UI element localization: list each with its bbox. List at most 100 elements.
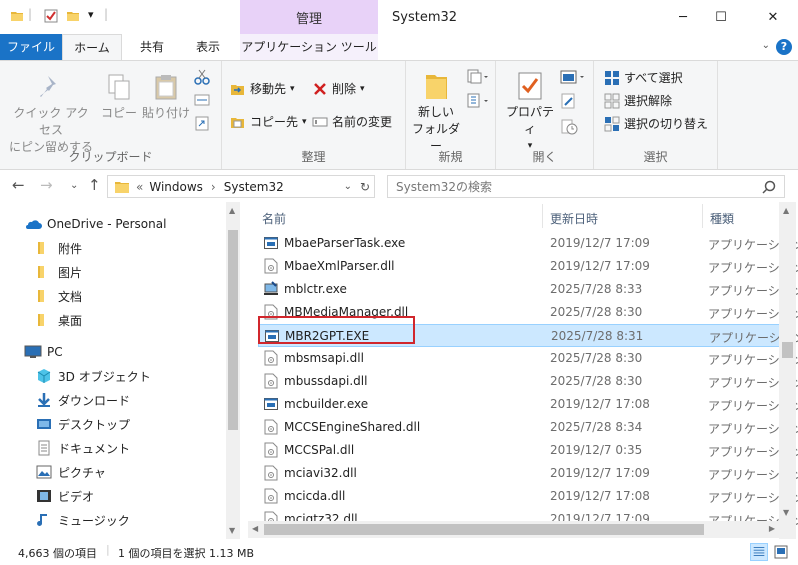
file-name: mcbuilder.exe xyxy=(284,397,369,411)
back-arrow-icon[interactable]: ← xyxy=(12,176,25,194)
scroll-up-icon[interactable]: ▲ xyxy=(229,206,235,215)
navigation-pane: OneDrive - Personal 附件 图片 文档 桌面 PC 3D オブ… xyxy=(0,202,240,539)
breadcrumb-separator[interactable]: › xyxy=(211,180,216,194)
file-row[interactable]: MCCSEngineShared.dll 2025/7/28 8:34 アプリケーシ… xyxy=(258,416,798,439)
nav-3d-objects[interactable]: 3D オブジェクト xyxy=(36,364,240,388)
nav-videos[interactable]: ビデオ xyxy=(36,484,240,508)
file-row[interactable]: mcicda.dll 2019/12/7 17:08 アプリケーション xyxy=(258,485,798,508)
quick-access-dropdown-icon[interactable]: ▾ xyxy=(88,8,94,21)
ribbon-expand-icon[interactable]: ⌄ xyxy=(762,40,770,51)
file-row[interactable]: MbaeXmlParser.dll 2019/12/7 17:09 アプリケーション xyxy=(258,255,798,278)
invert-selection-button[interactable]: 選択の切り替え xyxy=(604,115,708,132)
properties-checkmark-icon[interactable] xyxy=(44,9,58,23)
nav-desktop[interactable]: デスクトップ xyxy=(36,412,240,436)
select-all-button[interactable]: すべて選択 xyxy=(604,69,683,86)
exe-file-icon xyxy=(264,398,278,410)
file-row[interactable]: mbussdapi.dll 2025/7/28 8:30 アプリケーション xyxy=(258,370,798,393)
breadcrumb-system32[interactable]: System32 xyxy=(224,180,284,194)
nav-folder[interactable]: 图片 xyxy=(36,260,240,284)
delete-button[interactable]: 削除 ▾ xyxy=(312,80,365,97)
copy-button[interactable]: コピー xyxy=(100,73,138,122)
history-icon[interactable] xyxy=(560,119,578,135)
column-header-type[interactable]: 種類 xyxy=(710,210,734,227)
tab-share[interactable]: 共有 xyxy=(130,34,174,60)
search-box xyxy=(387,175,785,198)
easy-access-icon[interactable] xyxy=(466,93,488,109)
file-list-vertical-scrollbar[interactable]: ▲ ▼ xyxy=(779,202,796,539)
nav-folder[interactable]: 附件 xyxy=(36,236,240,260)
nav-onedrive[interactable]: OneDrive - Personal xyxy=(24,212,240,236)
folder-icon[interactable] xyxy=(10,9,24,23)
file-row[interactable]: mbsmsapi.dll 2025/7/28 8:30 アプリケーション xyxy=(258,347,798,370)
copy-to-button[interactable]: コピー先 ▾ xyxy=(230,113,307,130)
large-icons-view-icon[interactable] xyxy=(772,543,790,561)
new-item-icon[interactable] xyxy=(466,69,488,85)
recent-locations-icon[interactable]: ⌄ xyxy=(70,180,78,191)
nav-folder[interactable]: 桌面 xyxy=(36,308,240,332)
file-row[interactable]: MbaeParserTask.exe 2019/12/7 17:09 アプリケーショ… xyxy=(258,232,798,255)
search-input[interactable] xyxy=(396,179,736,195)
refresh-icon[interactable]: ↻ xyxy=(360,180,370,194)
document-icon xyxy=(38,440,50,456)
file-row[interactable]: mblctr.exe 2025/7/28 8:33 アプリケーション xyxy=(258,278,798,301)
nav-scroll-thumb[interactable] xyxy=(228,230,238,430)
cut-icon[interactable] xyxy=(194,69,210,85)
column-header-name[interactable]: 名前 xyxy=(262,210,286,227)
paste-button[interactable]: 貼り付け xyxy=(142,73,190,122)
file-scroll-thumb[interactable] xyxy=(782,342,793,358)
details-view-icon[interactable] xyxy=(750,543,768,561)
file-date: 2025/7/28 8:30 xyxy=(550,305,643,319)
properties-icon xyxy=(518,72,542,100)
properties-button[interactable]: プロパティ ▾ xyxy=(504,71,556,155)
rename-icon xyxy=(312,117,328,126)
open-icon[interactable] xyxy=(560,69,586,85)
breadcrumb-windows[interactable]: Windows xyxy=(149,180,203,194)
scroll-up-icon[interactable]: ▲ xyxy=(783,206,789,215)
nav-scrollbar[interactable]: ▲ ▼ xyxy=(226,202,240,539)
scroll-down-icon[interactable]: ▼ xyxy=(229,526,235,535)
new-folder-button[interactable]: 新しい フォルダー xyxy=(410,71,462,155)
breadcrumb-overflow[interactable]: « xyxy=(136,180,143,194)
nav-documents[interactable]: ドキュメント xyxy=(36,436,240,460)
folder-icon xyxy=(38,242,44,254)
file-row[interactable]: mciavi32.dll 2019/12/7 17:09 アプリケーション xyxy=(258,462,798,485)
file-list-horizontal-scrollbar[interactable]: ◀ ▶ xyxy=(248,521,779,538)
scroll-right-icon[interactable]: ▶ xyxy=(769,524,775,533)
address-bar[interactable]: « Windows › System32 ⌄ ↻ xyxy=(107,175,375,198)
tab-view[interactable]: 表示 xyxy=(186,34,230,60)
move-to-button[interactable]: 移動先 ▾ xyxy=(230,80,295,97)
file-row[interactable]: MCCSPal.dll 2019/12/7 0:35 アプリケーション xyxy=(258,439,798,462)
copy-path-icon[interactable] xyxy=(194,93,210,107)
file-row[interactable]: mcbuilder.exe 2019/12/7 17:08 アプリケーション xyxy=(258,393,798,416)
paste-shortcut-icon[interactable] xyxy=(194,115,210,131)
edit-icon[interactable] xyxy=(560,93,576,109)
close-button[interactable]: ✕ xyxy=(750,0,796,34)
address-dropdown-icon[interactable]: ⌄ xyxy=(344,181,352,192)
maximize-button[interactable]: ☐ xyxy=(698,0,744,34)
pin-quick-access-button[interactable]: クイック アクセス にピン留めする xyxy=(8,73,94,156)
file-date: 2025/7/28 8:34 xyxy=(550,420,643,434)
nav-pictures[interactable]: ピクチャ xyxy=(36,460,240,484)
up-arrow-icon[interactable]: ↑ xyxy=(88,176,101,194)
help-icon[interactable]: ? xyxy=(776,39,792,55)
file-row[interactable]: MBR2GPT.EXE 2025/7/28 8:31 アプリケーション xyxy=(258,324,798,347)
scroll-left-icon[interactable]: ◀ xyxy=(252,524,258,533)
column-header-date[interactable]: 更新日時 xyxy=(550,210,598,227)
forward-arrow-icon[interactable]: → xyxy=(40,176,53,194)
tab-home[interactable]: ホーム xyxy=(62,34,122,60)
tab-application-tools[interactable]: アプリケーション ツール xyxy=(240,34,378,60)
select-none-button[interactable]: 選択解除 xyxy=(604,92,672,109)
file-row[interactable]: MBMediaManager.dll 2025/7/28 8:30 アプリケーション xyxy=(258,301,798,324)
music-note-icon xyxy=(37,514,47,526)
nav-music[interactable]: ミュージック xyxy=(36,508,240,532)
nav-folder[interactable]: 文档 xyxy=(36,284,240,308)
nav-downloads[interactable]: ダウンロード xyxy=(36,388,240,412)
folder-icon xyxy=(115,181,129,193)
new-folder-icon[interactable] xyxy=(66,9,80,23)
file-hscroll-thumb[interactable] xyxy=(264,524,704,535)
rename-button[interactable]: 名前の変更 xyxy=(312,113,392,130)
nav-pc[interactable]: PC xyxy=(24,340,240,364)
scroll-down-icon[interactable]: ▼ xyxy=(783,508,789,517)
search-icon[interactable] xyxy=(762,180,776,194)
tab-file[interactable]: ファイル xyxy=(0,34,62,60)
